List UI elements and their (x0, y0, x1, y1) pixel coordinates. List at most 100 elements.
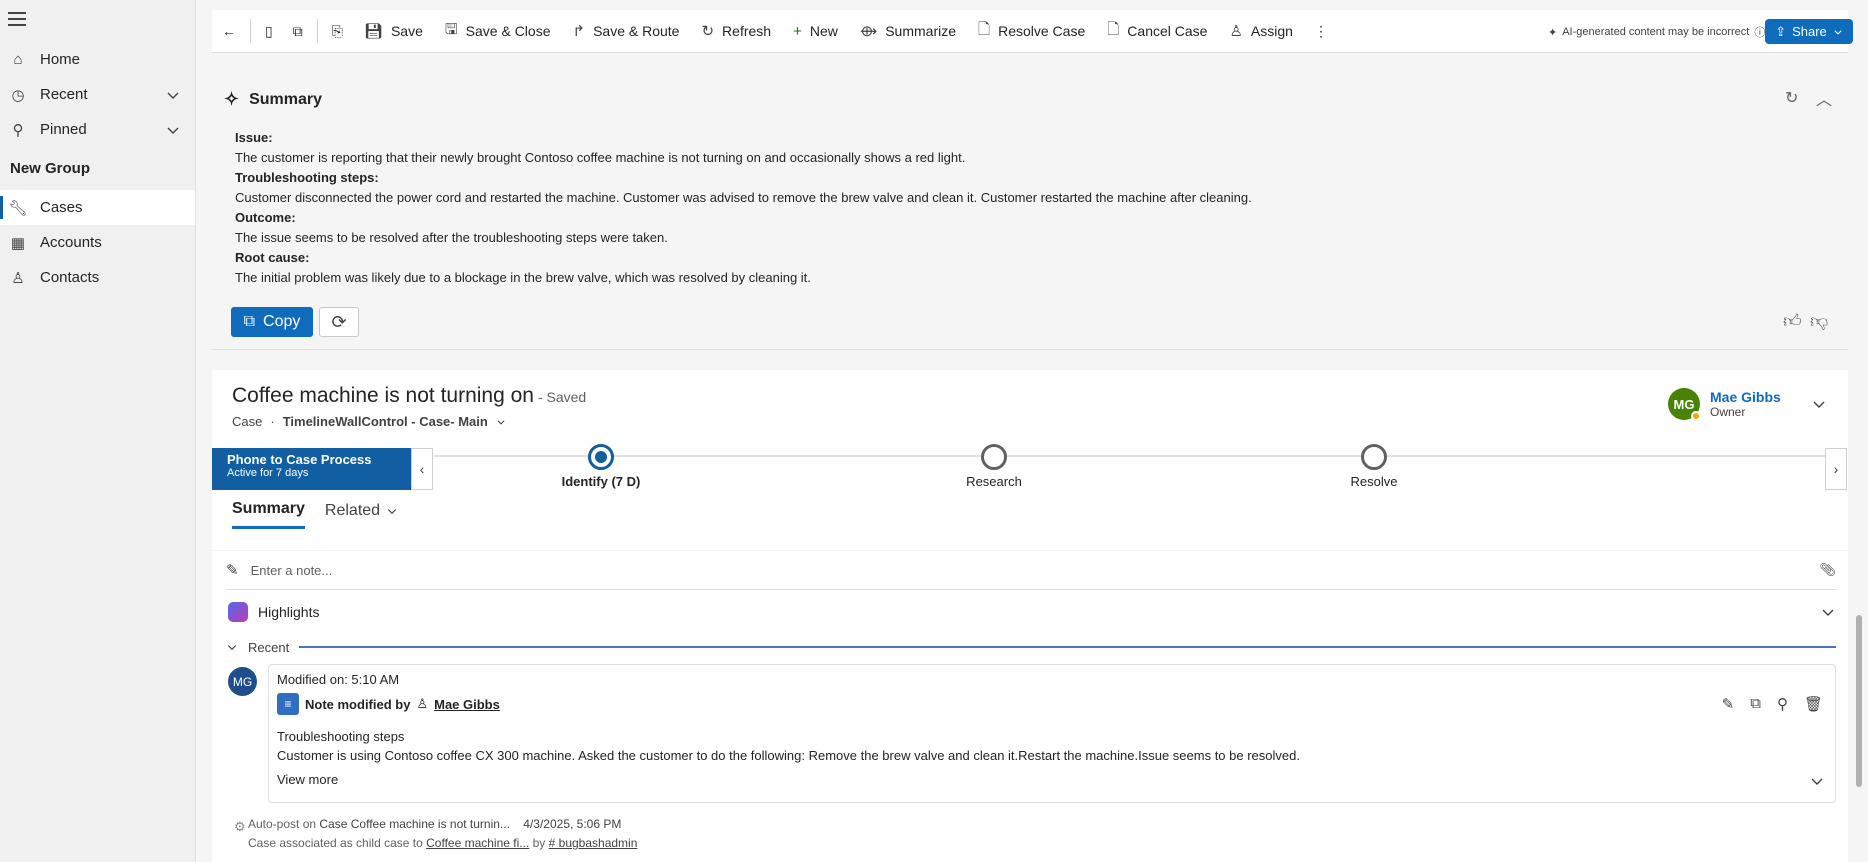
note-header-prefix: Note modified by (305, 696, 411, 712)
chevron-down-icon[interactable] (1820, 604, 1836, 620)
attachment-icon[interactable]: 📎︎ (1819, 562, 1836, 578)
case-subtitle: Case · TimelineWallControl - Case- Main (232, 414, 506, 429)
process-name-box[interactable]: Phone to Case Process Active for 7 days (212, 448, 411, 490)
note-author-link[interactable]: Mae Gibbs (434, 697, 500, 712)
owner-block[interactable]: MG Mae Gibbs Owner (1668, 388, 1827, 421)
bpf-next-button[interactable]: › (1825, 448, 1847, 490)
form-view-button[interactable]: ▯ (255, 10, 283, 53)
owner-name-link[interactable]: Mae Gibbs (1710, 389, 1781, 405)
home-icon: ⌂ (13, 51, 23, 68)
case-header: Coffee machine is not turning on - Saved … (212, 370, 1848, 550)
sidebar-item-label: Cases (40, 199, 83, 216)
save-button[interactable]: 💾︎ Save (353, 10, 434, 53)
bpf-track (434, 455, 1825, 457)
edit-pencil-icon[interactable]: ✎ (1722, 695, 1735, 713)
note-placeholder: Enter a note... (250, 562, 333, 578)
recent-section-header[interactable]: Recent (226, 637, 1836, 657)
delete-icon[interactable]: 🗑︎ (1804, 695, 1823, 713)
form-selector[interactable]: TimelineWallControl - Case- Main (283, 414, 488, 429)
note-modified-time: Modified on: 5:10 AM (277, 672, 400, 687)
chevron-down-icon[interactable] (165, 87, 181, 103)
auto-post-user-link[interactable]: # bugbashadmin (549, 836, 638, 850)
bpf-prev-button[interactable]: ‹ (411, 448, 433, 490)
chevron-down-icon[interactable] (165, 122, 181, 138)
view-more-link[interactable]: View more (277, 772, 338, 787)
command-bar: ← ▯ ⧉ ⎘ 💾︎ Save 🖫 Save & Close ↱ Save & Rou… (212, 10, 1853, 53)
resolve-case-label: Resolve Case (998, 23, 1086, 39)
back-button[interactable]: ← (212, 10, 246, 53)
stage-label-resolve: Resolve (1350, 474, 1398, 489)
building-icon: ▦ (10, 234, 26, 252)
document-share-icon: ⎘ (331, 22, 343, 39)
assign-button[interactable]: ♙ Assign (1218, 10, 1303, 53)
thumbs-down-icon[interactable]: 👎︎ (1810, 310, 1828, 332)
copy-button[interactable]: ⧉ Copy (231, 307, 313, 337)
resolve-case-button[interactable]: 🗋 Resolve Case (967, 10, 1096, 53)
save-close-button[interactable]: 🖫 Save & Close (434, 10, 562, 53)
troubleshooting-label: Troubleshooting steps: (235, 170, 379, 185)
sidebar-item-recent[interactable]: ◷ Recent (0, 77, 195, 112)
scrollbar-thumb[interactable] (1856, 615, 1862, 787)
regenerate-button[interactable]: ⟳ (319, 307, 359, 337)
share-label: Share (1792, 24, 1827, 39)
chevron-down-icon[interactable] (1809, 773, 1825, 789)
open-new-window-button[interactable]: ⧉ (283, 10, 313, 53)
sparkle-icon: ✦ (1548, 26, 1558, 39)
refresh-icon: ↻ (701, 23, 715, 40)
refresh-button[interactable]: ↻ Refresh (690, 10, 782, 53)
sidebar-item-accounts[interactable]: ▦ Accounts (0, 225, 195, 260)
sidebar-item-pinned[interactable]: ⚲ Pinned (0, 112, 195, 147)
stage-node-resolve[interactable] (1361, 444, 1387, 470)
thumbs-up-icon[interactable]: 👍︎ (1783, 310, 1802, 332)
timeline: ✎ Enter a note... 📎︎ Highlights Recent M… (212, 551, 1848, 862)
save-status: - Saved (537, 389, 587, 405)
summarize-button[interactable]: ⟴ Summarize (849, 10, 967, 53)
case-title: Coffee machine is not turning on - Saved (232, 384, 586, 408)
save-route-button[interactable]: ↱ Save & Route (562, 10, 691, 53)
check-access-button[interactable]: ⎘ (322, 10, 353, 53)
sidebar-item-contacts[interactable]: ♙ Contacts (0, 260, 195, 295)
pin-icon[interactable]: ⚲ (1777, 695, 1788, 713)
auto-post-case[interactable]: Case Coffee machine is not turnin... (319, 817, 510, 831)
cancel-case-button[interactable]: 🗋 Cancel Case (1096, 10, 1218, 53)
collapse-chevron-up-icon[interactable]: ︿ (1816, 86, 1832, 110)
stage-node-research[interactable] (981, 444, 1007, 470)
more-commands-button[interactable]: ⋮ (1304, 10, 1338, 53)
note-input[interactable]: ✎ Enter a note... 📎︎ (226, 551, 1836, 590)
summary-header: ✧ Summary (224, 89, 322, 110)
owner-initials: MG (1673, 396, 1695, 412)
note-actions: ✎ ⧉ ⚲ 🗑︎ (1722, 695, 1823, 713)
new-button[interactable]: + New (782, 10, 849, 53)
more-vertical-icon: ⋮ (1313, 22, 1328, 39)
pencil-icon: ✎ (226, 562, 239, 579)
sidebar-item-label: Home (40, 51, 81, 68)
auto-post-detail: Case associated as child case to (248, 836, 423, 850)
tab-label: Summary (232, 500, 305, 517)
root-cause-text: The initial problem was likely due to a … (235, 270, 811, 285)
tab-related[interactable]: Related (325, 500, 398, 529)
hamburger-menu-icon[interactable] (8, 12, 26, 26)
entity-name: Case (232, 414, 263, 429)
refresh-summary-icon[interactable]: ↻ (1785, 88, 1798, 108)
nav-group-title: New Group (10, 160, 91, 177)
chevron-down-icon (387, 508, 397, 514)
sidebar-item-home[interactable]: ⌂ Home (0, 42, 195, 77)
share-button[interactable]: ⇪ Share (1765, 19, 1853, 44)
sidebar: ⌂ Home ◷ Recent ⚲ Pinned New Group 🔧︎ Ca… (0, 0, 196, 862)
copy-icon[interactable]: ⧉ (1750, 695, 1761, 713)
owner-role: Owner (1710, 405, 1746, 419)
save-close-label: Save & Close (465, 23, 551, 39)
tab-summary[interactable]: Summary (232, 500, 305, 529)
cancel-case-label: Cancel Case (1127, 23, 1208, 39)
parent-case-link[interactable]: Coffee machine fi... (426, 836, 529, 850)
stage-node-identify[interactable] (588, 444, 614, 470)
highlights-row[interactable]: Highlights (228, 597, 1836, 627)
sidebar-item-cases[interactable]: 🔧︎ Cases (0, 190, 195, 225)
chevron-down-icon[interactable] (496, 417, 506, 427)
chevron-down-icon[interactable] (1811, 396, 1827, 412)
copilot-icon (228, 602, 248, 622)
info-icon[interactable]: ⓘ (1754, 24, 1765, 40)
summary-title: Summary (249, 90, 323, 108)
outcome-label: Outcome: (235, 210, 296, 225)
timeline-note-card[interactable]: Modified on: 5:10 AM ≡ Note modified by … (268, 664, 1836, 803)
